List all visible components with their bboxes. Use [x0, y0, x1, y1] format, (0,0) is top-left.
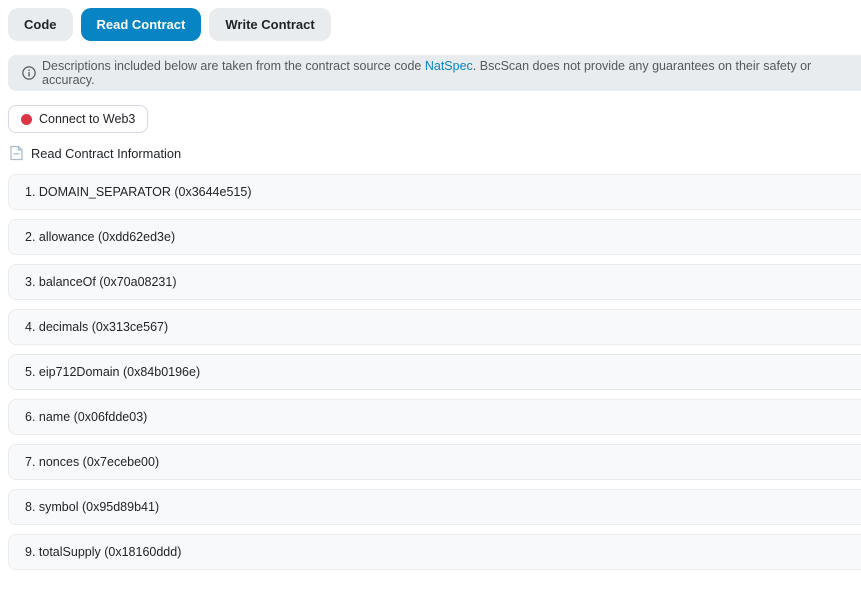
function-label: 5. eip712Domain (0x84b0196e)	[25, 365, 201, 379]
tab-code[interactable]: Code	[8, 8, 73, 41]
info-icon	[22, 66, 36, 80]
file-document-icon	[10, 145, 23, 161]
function-label: 3. balanceOf (0x70a08231)	[25, 275, 177, 289]
section-title-label: Read Contract Information	[31, 145, 182, 161]
function-label: 4. decimals (0x313ce567)	[25, 320, 169, 334]
function-accordion-header[interactable]: 9. totalSupply (0x18160ddd)	[8, 534, 861, 570]
read-functions-list: 1. DOMAIN_SEPARATOR (0x3644e515) 2. allo…	[0, 174, 861, 570]
function-label: 8. symbol (0x95d89b41)	[25, 500, 160, 514]
function-accordion-header[interactable]: 5. eip712Domain (0x84b0196e)	[8, 354, 861, 390]
function-label: 1. DOMAIN_SEPARATOR (0x3644e515)	[25, 185, 252, 199]
connect-to-web3-button[interactable]: Connect to Web3	[8, 105, 149, 133]
function-accordion-header[interactable]: 6. name (0x06fdde03)	[8, 399, 861, 435]
function-accordion-header[interactable]: 1. DOMAIN_SEPARATOR (0x3644e515)	[8, 174, 861, 210]
function-label: 7. nonces (0x7ecebe00)	[25, 455, 160, 469]
function-accordion-header[interactable]: 7. nonces (0x7ecebe00)	[8, 444, 861, 480]
function-label: 2. allowance (0xdd62ed3e)	[25, 230, 176, 244]
natspec-disclaimer-alert: Descriptions included below are taken fr…	[8, 55, 861, 91]
natspec-link[interactable]: NatSpec	[425, 59, 473, 73]
connect-to-web3-label: Connect to Web3	[39, 112, 136, 126]
read-contract-information-heading: Read Contract Information	[10, 145, 861, 161]
function-accordion-header[interactable]: 3. balanceOf (0x70a08231)	[8, 264, 861, 300]
function-accordion-header[interactable]: 4. decimals (0x313ce567)	[8, 309, 861, 345]
disconnected-status-dot-icon	[21, 113, 32, 125]
disclaimer-text: Descriptions included below are taken fr…	[42, 59, 812, 87]
function-accordion-header[interactable]: 2. allowance (0xdd62ed3e)	[8, 219, 861, 255]
function-label: 9. totalSupply (0x18160ddd)	[25, 545, 182, 559]
tab-write-contract[interactable]: Write Contract	[209, 8, 331, 41]
contract-tabs: Code Read Contract Write Contract	[8, 8, 861, 41]
function-accordion-header[interactable]: 8. symbol (0x95d89b41)	[8, 489, 861, 525]
function-label: 6. name (0x06fdde03)	[25, 410, 148, 424]
tab-read-contract[interactable]: Read Contract	[80, 8, 202, 41]
